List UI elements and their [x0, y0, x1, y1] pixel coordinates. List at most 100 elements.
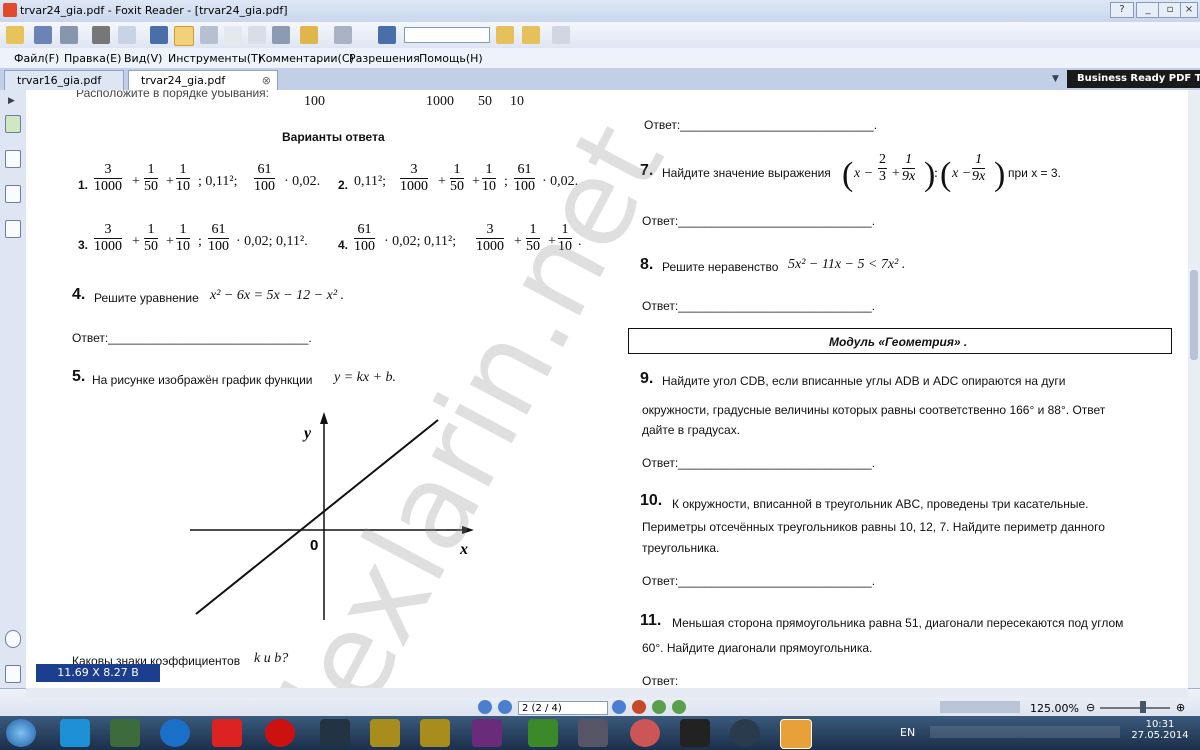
layers-icon[interactable] — [5, 185, 21, 203]
answer-line: Ответ:_____________________________. — [642, 214, 876, 228]
start-button[interactable] — [6, 719, 36, 747]
menu-comments[interactable]: Комментарии(C) — [258, 52, 354, 65]
pages-icon[interactable] — [5, 150, 21, 168]
signatures-icon[interactable] — [5, 220, 21, 238]
zoom-tool-icon[interactable] — [200, 26, 218, 44]
page-layout-icons[interactable] — [940, 701, 1020, 713]
expand-panel-icon[interactable]: ▶ — [8, 96, 15, 106]
attachments-icon[interactable] — [5, 630, 21, 648]
utorrent-icon[interactable] — [528, 719, 558, 747]
snapshot-icon[interactable] — [272, 26, 290, 44]
app-v-icon[interactable] — [370, 719, 400, 747]
cut-frac-denominator: 100 — [304, 94, 325, 109]
print-icon[interactable] — [92, 26, 110, 44]
fraction: 1 50 — [144, 162, 158, 194]
first-page-icon[interactable] — [478, 700, 492, 714]
close-tab-icon[interactable]: ⊗ — [262, 71, 271, 91]
steam-icon[interactable] — [730, 719, 760, 747]
go-back-icon[interactable] — [652, 700, 666, 714]
desktop-icon[interactable] — [110, 719, 140, 747]
find-previous-icon[interactable] — [496, 26, 514, 44]
origin-icon[interactable] — [630, 719, 660, 747]
app-v2-icon[interactable] — [420, 719, 450, 747]
fraction: 23 — [878, 152, 887, 184]
yandex-browser-icon[interactable] — [212, 719, 242, 747]
previous-page-icon[interactable] — [498, 700, 512, 714]
zoom-slider[interactable] — [1100, 707, 1170, 709]
foxit-reader-task-icon[interactable] — [780, 719, 812, 749]
select-arrow-icon[interactable] — [224, 26, 242, 44]
nfs-game-icon[interactable] — [680, 719, 710, 747]
menu-file[interactable]: Файл(F) — [14, 52, 59, 65]
module-header: Модуль «Геометрия» . — [628, 328, 1172, 354]
zoom-out-icon[interactable]: ⊖ — [1086, 701, 1095, 714]
save-as-icon[interactable] — [60, 26, 78, 44]
last-page-icon[interactable] — [632, 700, 646, 714]
side-panel: ▶ — [0, 90, 27, 690]
vertical-scrollbar[interactable] — [1188, 90, 1200, 688]
winrar-icon[interactable] — [472, 719, 502, 747]
text-select-icon[interactable] — [248, 26, 266, 44]
tab-label: trvar24_gia.pdf — [141, 74, 226, 87]
fraction: 3 1000 — [400, 162, 428, 194]
clock[interactable]: 10:31 27.05.2014 — [1130, 719, 1190, 741]
comments-icon[interactable] — [5, 665, 21, 683]
find-input[interactable] — [404, 27, 490, 43]
page-number-input[interactable]: 2 (2 / 4) — [518, 701, 608, 715]
tray-icons[interactable] — [930, 726, 1120, 738]
question-text: треугольника. — [642, 541, 720, 555]
zoom-in-icon[interactable]: ⊕ — [1176, 701, 1185, 714]
menu-view[interactable]: Вид(V) — [124, 52, 162, 65]
answer-line: Ответ:_____________________________. — [642, 299, 876, 313]
skype-icon[interactable] — [60, 719, 90, 747]
language-indicator[interactable]: EN — [900, 726, 915, 739]
option-text: · 0,02; 0,11²; — [384, 234, 457, 249]
rms-lock-icon[interactable] — [300, 26, 318, 44]
zoom-level[interactable]: 125.00% — [1030, 702, 1079, 715]
question-text: Периметры отсечённых треугольников равны… — [642, 520, 1105, 534]
zoom-slider-knob[interactable] — [1140, 701, 1146, 713]
fraction: 61 100 — [354, 222, 375, 254]
answer-line: Ответ: — [642, 674, 679, 688]
app-c-icon[interactable] — [320, 719, 350, 747]
save-icon[interactable] — [34, 26, 52, 44]
question-number: 11. — [640, 612, 662, 629]
hand-tool-icon[interactable] — [174, 26, 194, 46]
close-button[interactable]: × — [1180, 2, 1198, 18]
menu-permissions[interactable]: Разрешения — [349, 52, 420, 65]
sync-app-icon[interactable] — [160, 719, 190, 747]
next-page-icon[interactable] — [612, 700, 626, 714]
sign-tool-icon[interactable] — [334, 26, 352, 44]
option-text: · 0,02. — [284, 174, 321, 189]
scroll-thumb[interactable] — [1190, 270, 1198, 360]
cut-frac-denominator: 1000 — [426, 94, 454, 109]
help-icon[interactable]: ? — [1110, 2, 1134, 18]
tab-trvar16[interactable]: trvar16_gia.pdf — [4, 70, 124, 90]
go-forward-icon[interactable] — [672, 700, 686, 714]
restore-button[interactable]: ▫ — [1158, 2, 1182, 18]
bookmarks-icon[interactable] — [5, 115, 21, 133]
find-next-icon[interactable] — [522, 26, 540, 44]
world-of-tanks-icon[interactable] — [578, 719, 608, 747]
tab-dropdown-icon[interactable]: ▼ — [1052, 74, 1059, 84]
fullscreen-icon[interactable] — [150, 26, 168, 44]
fraction: 1 50 — [450, 162, 464, 194]
open-folder-icon[interactable] — [6, 26, 24, 44]
menu-tools[interactable]: Инструменты(T) — [168, 52, 262, 65]
option-text: 0,11²; — [354, 174, 387, 189]
question-text: при x = 3. — [1008, 166, 1061, 180]
horizontal-scrollbar[interactable] — [26, 688, 1188, 698]
option-text: ; — [198, 234, 202, 249]
email-icon[interactable] — [118, 26, 136, 44]
minimize-button[interactable]: _ — [1136, 2, 1160, 18]
module-title: Модуль «Геометрия» . — [829, 335, 968, 349]
question-number: 8. — [640, 256, 654, 273]
find-binoculars-icon[interactable] — [378, 26, 396, 44]
menu-edit[interactable]: Правка(E) — [64, 52, 121, 65]
menu-help[interactable]: Помощь(H) — [419, 52, 483, 65]
opera-icon[interactable] — [265, 719, 295, 747]
fraction: 1 50 — [144, 222, 158, 254]
pdf-tools-icon[interactable] — [552, 26, 570, 44]
tab-trvar24[interactable]: trvar24_gia.pdf ⊗ — [128, 70, 278, 90]
cut-frac-denominator: 50 — [478, 94, 492, 109]
